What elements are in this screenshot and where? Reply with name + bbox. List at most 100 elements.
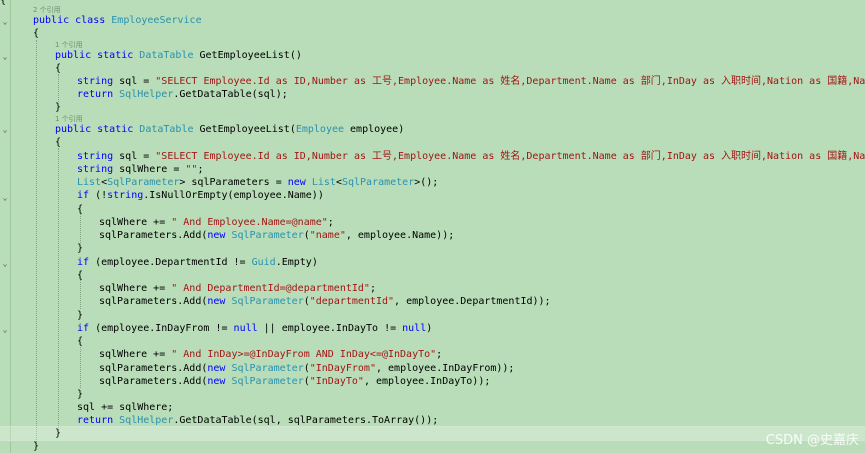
code-line[interactable]: } bbox=[0, 426, 865, 441]
code-line[interactable]: if (employee.DepartmentId != Guid.Empty) bbox=[0, 256, 865, 269]
code-line[interactable]: sqlParameters.Add(new SqlParameter("name… bbox=[0, 229, 865, 242]
code-token: new bbox=[207, 296, 232, 307]
code-line[interactable]: sqlWhere += " And Employee.Name=@name"; bbox=[0, 216, 865, 229]
code-token: "departmentId" bbox=[309, 296, 395, 307]
code-token: (employee.DepartmentId != bbox=[95, 257, 252, 268]
code-token: string bbox=[77, 151, 120, 162]
code-token: sqlWhere += bbox=[99, 349, 172, 360]
code-token: new bbox=[207, 376, 232, 387]
code-line[interactable]: { bbox=[0, 203, 865, 216]
code-line[interactable]: string sql = "SELECT Employee.Id as ID,N… bbox=[0, 75, 865, 88]
code-line[interactable]: if (employee.InDayFrom != null || employ… bbox=[0, 322, 865, 335]
code-token: } bbox=[77, 389, 84, 400]
code-token: , employee.DepartmentId)); bbox=[394, 296, 551, 307]
code-editor[interactable]: ⌄ ⌄ ⌄ ⌄ ⌄ ⌄ 2 个引用 1 个引用 1 个引用 {public cl… bbox=[0, 0, 865, 453]
code-token: > sqlParameters = bbox=[179, 177, 288, 188]
code-line[interactable]: public class EmployeeService bbox=[0, 14, 865, 27]
code-line[interactable]: sqlWhere += " And DepartmentId=@departme… bbox=[0, 282, 865, 295]
code-token: sql += sqlWhere; bbox=[77, 402, 174, 413]
code-token: } bbox=[33, 441, 40, 452]
code-line[interactable]: sqlParameters.Add(new SqlParameter("depa… bbox=[0, 295, 865, 308]
code-line[interactable]: } bbox=[0, 309, 865, 322]
code-line[interactable]: } bbox=[0, 440, 865, 453]
code-token: SqlParameter bbox=[231, 363, 304, 374]
code-token: } bbox=[55, 102, 62, 113]
code-line[interactable]: List<SqlParameter> sqlParameters = new L… bbox=[0, 176, 865, 189]
code-token: ; bbox=[436, 349, 443, 360]
code-token: string bbox=[107, 190, 144, 201]
code-token: SqlHelper bbox=[119, 89, 174, 100]
code-token: new bbox=[207, 363, 232, 374]
code-token: "SELECT Employee.Id as ID,Number as 工号,E… bbox=[155, 151, 865, 162]
code-token: "" bbox=[185, 164, 198, 175]
code-token: sqlParameters.Add( bbox=[99, 230, 208, 241]
code-token: (employee.InDayFrom != bbox=[95, 323, 234, 334]
code-token: GetEmployeeList() bbox=[199, 50, 302, 61]
code-line[interactable]: { bbox=[0, 269, 865, 282]
code-token: "InDayTo" bbox=[309, 376, 364, 387]
code-line[interactable]: return SqlHelper.GetDataTable(sql, sqlPa… bbox=[0, 414, 865, 427]
code-line[interactable]: } bbox=[0, 242, 865, 255]
code-token: SqlParameter bbox=[341, 177, 415, 188]
code-token: SqlParameter bbox=[231, 296, 304, 307]
code-line[interactable]: string sqlWhere = ""; bbox=[0, 163, 865, 176]
code-token: } bbox=[55, 428, 62, 439]
code-line[interactable]: { bbox=[0, 27, 865, 40]
code-token: " And Employee.Name=@name" bbox=[171, 217, 328, 228]
code-token: SqlParameter bbox=[107, 177, 180, 188]
code-token: || employee.InDayTo != bbox=[257, 323, 403, 334]
code-line[interactable]: { bbox=[0, 0, 865, 7]
code-token: employee) bbox=[350, 124, 405, 135]
code-line[interactable]: string sql = "SELECT Employee.Id as ID,N… bbox=[0, 150, 865, 163]
code-token: ) bbox=[426, 323, 433, 334]
code-token: List bbox=[77, 177, 102, 188]
code-line[interactable]: return SqlHelper.GetDataTable(sql); bbox=[0, 88, 865, 101]
code-token: " And InDay>=@InDayFrom AND InDay<=@InDa… bbox=[171, 349, 437, 360]
code-line[interactable]: sqlWhere += " And InDay>=@InDayFrom AND … bbox=[0, 348, 865, 361]
code-token: sqlParameters.Add( bbox=[99, 376, 208, 387]
code-line[interactable]: if (!string.IsNullOrEmpty(employee.Name)… bbox=[0, 189, 865, 202]
code-token: { bbox=[33, 28, 40, 39]
code-token: .Empty) bbox=[275, 257, 318, 268]
code-token: string bbox=[77, 76, 120, 87]
code-token: " And DepartmentId=@departmentId" bbox=[171, 283, 370, 294]
code-line[interactable]: sqlParameters.Add(new SqlParameter("InDa… bbox=[0, 362, 865, 375]
code-token: Guid bbox=[251, 257, 276, 268]
code-token: DataTable bbox=[139, 50, 200, 61]
code-line[interactable]: public static DataTable GetEmployeeList(… bbox=[0, 123, 865, 136]
code-line[interactable]: public static DataTable GetEmployeeList(… bbox=[0, 49, 865, 62]
code-token: ; bbox=[197, 164, 204, 175]
code-token: , employee.InDayFrom)); bbox=[375, 363, 515, 374]
code-token: ; bbox=[327, 217, 334, 228]
code-token: List bbox=[311, 177, 336, 188]
code-token: null bbox=[233, 323, 258, 334]
code-token: public static bbox=[55, 124, 140, 135]
code-token: } bbox=[77, 243, 84, 254]
code-token: SqlParameter bbox=[231, 230, 304, 241]
code-line[interactable]: } bbox=[0, 388, 865, 401]
code-token: sql = bbox=[119, 76, 156, 87]
code-token: if bbox=[77, 190, 96, 201]
code-token: { bbox=[77, 270, 84, 281]
code-token: return bbox=[77, 89, 120, 100]
code-line[interactable]: sql += sqlWhere; bbox=[0, 401, 865, 414]
code-token: if bbox=[77, 323, 96, 334]
code-token: .GetDataTable(sql, sqlParameters.ToArray… bbox=[173, 415, 439, 426]
code-token: { bbox=[0, 0, 7, 6]
csdn-watermark: CSDN @史嘉庆 bbox=[765, 433, 859, 448]
code-line[interactable]: } bbox=[0, 101, 865, 114]
code-token: sqlParameters.Add( bbox=[99, 296, 208, 307]
code-token: (! bbox=[95, 190, 108, 201]
code-line[interactable]: { bbox=[0, 136, 865, 149]
code-token: public static bbox=[55, 50, 140, 61]
code-token: { bbox=[55, 137, 62, 148]
code-token: "InDayFrom" bbox=[309, 363, 376, 374]
code-token: .IsNullOrEmpty(employee.Name)) bbox=[143, 190, 324, 201]
code-token: sqlWhere += bbox=[99, 283, 172, 294]
code-token: DataTable bbox=[139, 124, 200, 135]
code-line[interactable]: sqlParameters.Add(new SqlParameter("InDa… bbox=[0, 375, 865, 388]
code-line[interactable]: { bbox=[0, 62, 865, 75]
code-line[interactable]: { bbox=[0, 335, 865, 348]
code-token: return bbox=[77, 415, 120, 426]
code-token: EmployeeService bbox=[111, 15, 202, 26]
